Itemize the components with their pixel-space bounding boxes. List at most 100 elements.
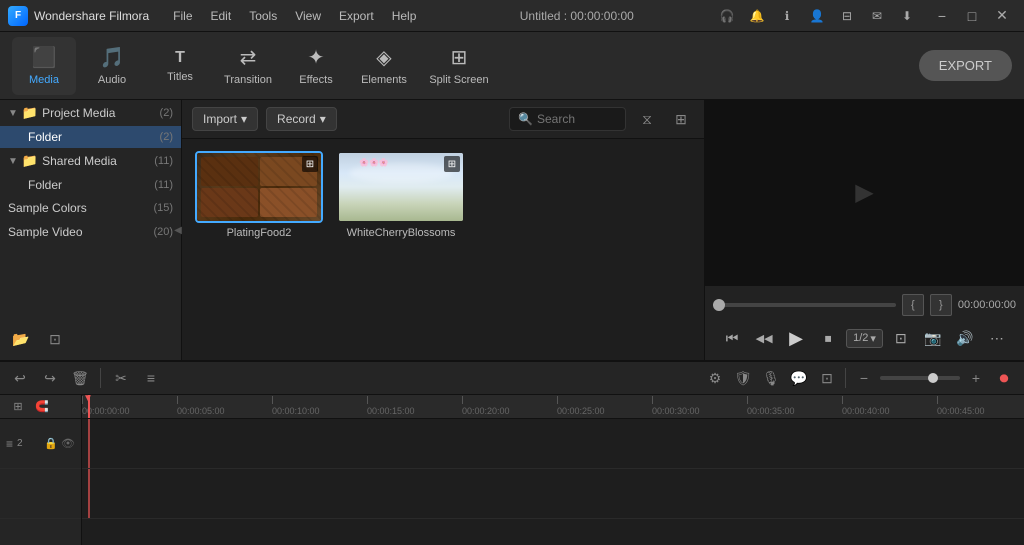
new-folder-button[interactable]: 📂 <box>8 326 34 352</box>
bookmark-icon[interactable]: ⊟ <box>834 3 860 29</box>
ruler-marks: 00:00:00:00 00:00:05:00 00:00:10:00 00:0… <box>82 395 1024 418</box>
tree-sample-colors[interactable]: Sample Colors (15) <box>0 196 181 220</box>
out-point-button[interactable]: } <box>930 294 952 316</box>
cherry-label: WhiteCherryBlossoms <box>347 227 456 239</box>
folder-1-label: Folder <box>28 130 156 144</box>
grid-view-button[interactable]: ⊞ <box>668 106 694 132</box>
menu-view[interactable]: View <box>287 5 329 27</box>
adjust-button[interactable]: ≡ <box>139 366 163 390</box>
ruler-mark-1: 00:00:05:00 <box>177 396 272 418</box>
right-panel: ▶ { } 00:00:00:00 ⏮ ◀◀ ▶ ⏹ 1/2 ▾ ⊡ <box>704 100 1024 360</box>
snapshot-button[interactable]: 📷 <box>919 324 947 352</box>
export-button[interactable]: EXPORT <box>919 50 1012 81</box>
audio-label: Audio <box>98 74 126 86</box>
minimize-button[interactable]: − <box>928 5 956 27</box>
record-dropdown[interactable]: Record ▾ <box>266 107 337 131</box>
menu-help[interactable]: Help <box>384 5 425 27</box>
volume-button[interactable]: 🔊 <box>951 324 979 352</box>
toolbar-elements[interactable]: ◈ Elements <box>352 37 416 95</box>
mic-button[interactable]: 🎙 <box>759 366 783 390</box>
ruler-mark-4: 00:00:20:00 <box>462 396 557 418</box>
search-input[interactable] <box>537 112 617 126</box>
menu-export[interactable]: Export <box>331 5 382 27</box>
toolbar-titles[interactable]: T Titles <box>148 37 212 95</box>
shield-button[interactable]: 🛡 <box>731 366 755 390</box>
speed-value: 1/2 <box>853 332 868 344</box>
toolbar-effects[interactable]: ✦ Effects <box>284 37 348 95</box>
eye-icon[interactable]: 👁 <box>61 437 75 450</box>
settings-button[interactable]: ⚙ <box>703 366 727 390</box>
tree-folder-2[interactable]: Folder (11) <box>0 174 181 196</box>
toolbar-splitscreen[interactable]: ⊞ Split Screen <box>420 37 498 95</box>
info-icon[interactable]: ℹ <box>774 3 800 29</box>
thumb-corner-food: ⊞ <box>302 156 318 172</box>
progress-track[interactable] <box>713 303 896 307</box>
pip-button[interactable]: ⊡ <box>815 366 839 390</box>
zoom-in-button[interactable]: + <box>964 366 988 390</box>
time-ruler: 00:00:00:00 00:00:05:00 00:00:10:00 00:0… <box>82 395 1024 419</box>
lock-icon[interactable]: 🔒 <box>44 437 58 450</box>
tree-shared-media[interactable]: ▼ 📁 Shared Media (11) <box>0 148 181 174</box>
filter-button[interactable]: ⧖ <box>634 106 660 132</box>
zoom-track[interactable] <box>880 376 960 380</box>
toolbar-transition[interactable]: ⇄ Transition <box>216 37 280 95</box>
download-icon[interactable]: ⬇ <box>894 3 920 29</box>
media-item-food[interactable]: ⊞ PlatingFood2 <box>194 151 324 239</box>
record-button[interactable]: ⏺ <box>992 366 1016 390</box>
main-content: ▼ 📁 Project Media (2) Folder (2) ▼ 📁 Sha… <box>0 100 1024 360</box>
snap-button[interactable]: 🧲 <box>30 395 54 419</box>
track-labels: ⊞ 🧲 ≡ 2 🔒 👁 <box>0 395 82 545</box>
preview-area: ▶ <box>705 100 1024 285</box>
toolbar-media[interactable]: ⬛ Media <box>12 37 76 95</box>
play-button[interactable]: ▶ <box>782 324 810 352</box>
search-box: 🔍 <box>509 107 626 131</box>
close-button[interactable]: ✕ <box>988 5 1016 27</box>
zoom-out-button[interactable]: − <box>852 366 876 390</box>
menu-edit[interactable]: Edit <box>203 5 240 27</box>
stop-button[interactable]: ⏹ <box>814 324 842 352</box>
tree-folder-1[interactable]: Folder (2) <box>0 126 181 148</box>
elements-label: Elements <box>361 74 407 86</box>
audio-icon: 🎵 <box>100 45 125 70</box>
expand-arrow: ▼ <box>8 108 18 119</box>
toolbar-audio[interactable]: 🎵 Audio <box>80 37 144 95</box>
progress-bar-wrap: { } 00:00:00:00 <box>713 294 1016 316</box>
menu-tools[interactable]: Tools <box>241 5 285 27</box>
redo-button[interactable]: ↪ <box>38 366 62 390</box>
step-back-button[interactable]: ⏮ <box>718 324 746 352</box>
folder-icon-2: 📁 <box>22 153 38 169</box>
support-icon[interactable]: 🎧 <box>714 3 740 29</box>
playhead[interactable] <box>88 395 90 418</box>
in-point-button[interactable]: { <box>902 294 924 316</box>
titles-label: Titles <box>167 71 193 83</box>
user-icon[interactable]: 👤 <box>804 3 830 29</box>
media-grid: ⊞ PlatingFood2 🌸🌸🌸 ⊞ WhiteCherryBlossoms <box>182 139 704 360</box>
notification-icon[interactable]: 🔔 <box>744 3 770 29</box>
undo-button[interactable]: ↩ <box>8 366 32 390</box>
media-item-cherry[interactable]: 🌸🌸🌸 ⊞ WhiteCherryBlossoms <box>336 151 466 239</box>
frame-back-button[interactable]: ◀◀ <box>750 324 778 352</box>
add-folder-button[interactable]: ⊡ <box>42 326 68 352</box>
more-button[interactable]: ⋯ <box>983 324 1011 352</box>
delete-button[interactable]: 🗑 <box>68 366 92 390</box>
cut-button[interactable]: ✂ <box>109 366 133 390</box>
shared-media-label: Shared Media <box>42 154 150 168</box>
mail-icon[interactable]: ✉ <box>864 3 890 29</box>
app-name: Wondershare Filmora <box>34 9 149 23</box>
menu-file[interactable]: File <box>165 5 200 27</box>
splitscreen-label: Split Screen <box>429 74 488 86</box>
logo-area: F Wondershare Filmora <box>8 6 149 26</box>
media-label: Media <box>29 74 59 86</box>
effects-label: Effects <box>299 74 332 86</box>
tree-sample-video[interactable]: Sample Video (20) <box>0 220 181 244</box>
maximize-button[interactable]: □ <box>958 5 986 27</box>
resize-handle[interactable] <box>175 100 181 360</box>
import-dropdown[interactable]: Import ▾ <box>192 107 258 131</box>
add-track-button[interactable]: ⊞ <box>6 395 30 419</box>
window-controls: − □ ✕ <box>928 5 1016 27</box>
chat-button[interactable]: 💬 <box>787 366 811 390</box>
sample-video-count: (20) <box>153 226 173 238</box>
fullscreen-button[interactable]: ⊡ <box>887 324 915 352</box>
speed-selector[interactable]: 1/2 ▾ <box>846 329 883 348</box>
tree-project-media[interactable]: ▼ 📁 Project Media (2) <box>0 100 181 126</box>
